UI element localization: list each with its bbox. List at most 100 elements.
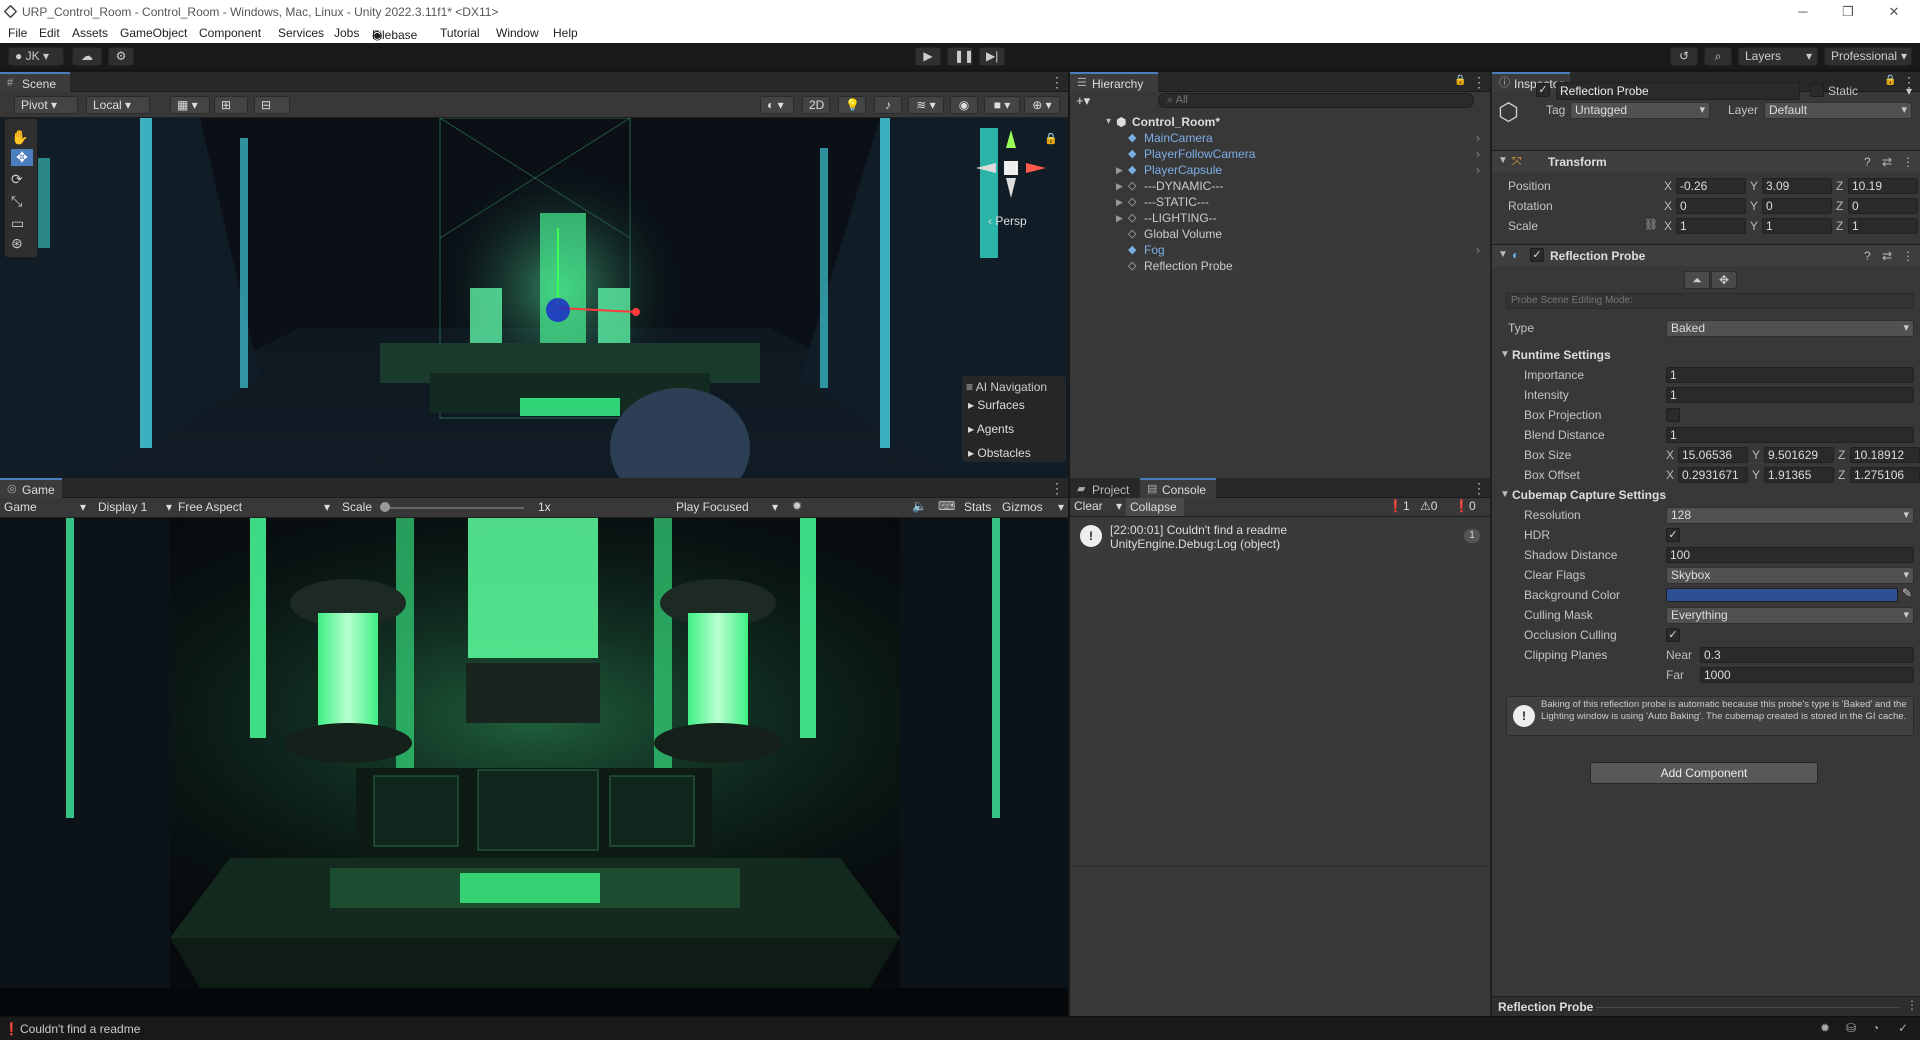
- tab-console[interactable]: ▤ Console: [1140, 478, 1216, 498]
- step-button[interactable]: ▶|: [979, 47, 1005, 66]
- tag-dropdown[interactable]: Untagged: [1570, 102, 1710, 119]
- log-count-toggle[interactable]: ❗1: [1388, 499, 1410, 513]
- hierarchy-item[interactable]: ▶ ◆ PlayerCapsule ›: [1070, 162, 1490, 178]
- gizmos-icon[interactable]: ⊕ ▾: [1024, 96, 1060, 114]
- expand-icon[interactable]: ▶: [1116, 194, 1123, 210]
- stats-button[interactable]: Stats: [964, 500, 991, 514]
- ai-nav-surfaces[interactable]: ▸ Surfaces: [968, 398, 1025, 412]
- importance-field[interactable]: 1: [1666, 367, 1914, 383]
- close-icon[interactable]: ✕: [1874, 2, 1914, 22]
- object-name-field[interactable]: Reflection Probe: [1556, 82, 1800, 100]
- scale-slider-handle[interactable]: [380, 502, 390, 512]
- panel-menu-icon[interactable]: ⋮: [1472, 74, 1486, 91]
- clear-flags-dropdown[interactable]: Skybox: [1666, 567, 1914, 584]
- pause-button[interactable]: ❚❚: [947, 47, 974, 66]
- lock-icon[interactable]: 🔒: [1454, 75, 1466, 86]
- preset-icon[interactable]: ⇄: [1882, 249, 1892, 263]
- tab-hierarchy[interactable]: ☰ Hierarchy: [1070, 72, 1158, 92]
- hierarchy-item[interactable]: ◆ Fog ›: [1070, 242, 1490, 258]
- rotation-x-field[interactable]: 0: [1676, 198, 1746, 214]
- box-projection-checkbox[interactable]: [1666, 408, 1680, 422]
- expand-icon[interactable]: ▶: [1116, 210, 1123, 226]
- add-component-button[interactable]: Add Component: [1590, 762, 1818, 784]
- chevron-down-icon[interactable]: ▾: [1906, 84, 1912, 98]
- audio-icon[interactable]: ♪: [874, 96, 902, 114]
- mute-audio-icon[interactable]: 🔈: [912, 499, 927, 513]
- display-dropdown[interactable]: Display 1 ▾: [98, 500, 174, 514]
- expand-icon[interactable]: ▾: [1106, 114, 1111, 130]
- expand-icon[interactable]: ▶: [1116, 178, 1123, 194]
- collapse-button[interactable]: Collapse: [1126, 498, 1184, 516]
- panel-menu-icon[interactable]: ⋮: [1472, 480, 1486, 497]
- prefab-open-icon[interactable]: ›: [1476, 162, 1480, 178]
- transform-tool-icon[interactable]: ⊛: [11, 235, 23, 252]
- layout-dropdown[interactable]: Professional ▾: [1824, 47, 1912, 66]
- blend-distance-field[interactable]: 1: [1666, 427, 1914, 443]
- account-button[interactable]: ● JK ▾: [8, 47, 64, 66]
- aspect-dropdown[interactable]: Free Aspect ▾: [178, 500, 332, 514]
- lighting-bake-icon[interactable]: ◔: [1872, 1021, 1879, 1035]
- near-field[interactable]: 0.3: [1700, 647, 1914, 663]
- game-viewport[interactable]: [0, 518, 1068, 1016]
- hidden-objects-icon[interactable]: ◉: [950, 96, 978, 114]
- orientation-gizmo[interactable]: ‹ Persp 🔒: [960, 118, 1062, 238]
- toggle-2d-button[interactable]: 2D: [802, 96, 830, 114]
- tab-scene[interactable]: # Scene: [0, 72, 70, 92]
- hierarchy-item[interactable]: ◆ PlayerFollowCamera ›: [1070, 146, 1490, 162]
- snap-grid-icon[interactable]: ▦ ▾: [170, 96, 210, 114]
- rect-tool-icon[interactable]: ▭: [11, 215, 24, 232]
- type-dropdown[interactable]: Baked: [1666, 320, 1914, 337]
- scale-y-field[interactable]: 1: [1762, 218, 1832, 234]
- position-y-field[interactable]: 3.09: [1762, 178, 1832, 194]
- ai-nav-agents[interactable]: ▸ Agents: [968, 422, 1014, 436]
- foldout-icon[interactable]: ▼: [1498, 155, 1508, 166]
- component-menu-icon[interactable]: ⋮: [1902, 249, 1914, 263]
- resolution-dropdown[interactable]: 128: [1666, 507, 1914, 524]
- warning-count-toggle[interactable]: ⚠0: [1420, 499, 1437, 513]
- hierarchy-root[interactable]: ▾ ⬢ Control_Room*: [1070, 114, 1490, 130]
- bug-icon[interactable]: ✹: [792, 499, 802, 513]
- box-size-y-field[interactable]: 9.501629: [1764, 447, 1834, 463]
- cloud-icon[interactable]: ☁: [72, 47, 102, 66]
- lock-icon[interactable]: 🔒: [1884, 75, 1896, 86]
- layer-dropdown[interactable]: Default: [1764, 102, 1912, 119]
- hierarchy-item[interactable]: ◇ Reflection Probe: [1070, 258, 1490, 274]
- prefab-open-icon[interactable]: ›: [1476, 130, 1480, 146]
- eyedropper-icon[interactable]: ✎: [1902, 586, 1912, 600]
- keyboard-icon[interactable]: ⌨: [938, 499, 955, 513]
- search-icon[interactable]: ⌕: [1704, 47, 1732, 66]
- transform-header[interactable]: ▼ ⤧ Transform ? ⇄ ⋮: [1492, 150, 1920, 172]
- hierarchy-item[interactable]: ▶ ◇ --LIGHTING--: [1070, 210, 1490, 226]
- rotation-y-field[interactable]: 0: [1762, 198, 1832, 214]
- projection-label[interactable]: ‹ Persp: [988, 214, 1027, 228]
- runtime-settings-foldout[interactable]: Runtime Settings: [1512, 348, 1611, 362]
- panel-menu-icon[interactable]: ⋮: [1050, 480, 1064, 497]
- edit-bounds-icon[interactable]: ⏶: [1684, 271, 1710, 289]
- box-offset-y-field[interactable]: 1.91365: [1764, 467, 1834, 483]
- box-offset-z-field[interactable]: 1.275106: [1850, 467, 1920, 483]
- scale-tool-icon[interactable]: ⤡: [11, 193, 22, 210]
- tab-game[interactable]: ◎ Game: [0, 478, 62, 498]
- menu-tutorial[interactable]: Tutorial: [440, 26, 480, 40]
- local-dropdown[interactable]: Local ▾: [86, 96, 150, 114]
- box-size-z-field[interactable]: 10.18912: [1850, 447, 1920, 463]
- history-icon[interactable]: ↺: [1670, 47, 1698, 66]
- foldout-icon[interactable]: ▼: [1500, 349, 1510, 360]
- game-mode-dropdown[interactable]: Game ▾: [4, 500, 88, 514]
- add-icon[interactable]: +▾: [1076, 93, 1090, 109]
- debug-icon[interactable]: ✹: [1820, 1021, 1830, 1035]
- move-tool-icon[interactable]: ✥: [11, 149, 33, 166]
- menu-assets[interactable]: Assets: [72, 26, 108, 40]
- box-size-x-field[interactable]: 15.06536: [1678, 447, 1748, 463]
- reflection-probe-header[interactable]: ▼ ◐ ✓ Reflection Probe ? ⇄ ⋮: [1492, 244, 1920, 266]
- console-splitter[interactable]: [1070, 866, 1490, 867]
- preview-splitter[interactable]: [1596, 1007, 1900, 1008]
- help-icon[interactable]: ?: [1864, 155, 1871, 169]
- box-offset-x-field[interactable]: 0.2931671: [1678, 467, 1748, 483]
- rotate-tool-icon[interactable]: ⟳: [11, 171, 23, 188]
- menu-file[interactable]: File: [8, 26, 27, 40]
- static-checkbox[interactable]: [1810, 83, 1824, 97]
- position-z-field[interactable]: 10.19: [1848, 178, 1918, 194]
- tab-project[interactable]: ▰ Project: [1070, 478, 1140, 498]
- clear-button[interactable]: Clear ▾: [1074, 499, 1124, 513]
